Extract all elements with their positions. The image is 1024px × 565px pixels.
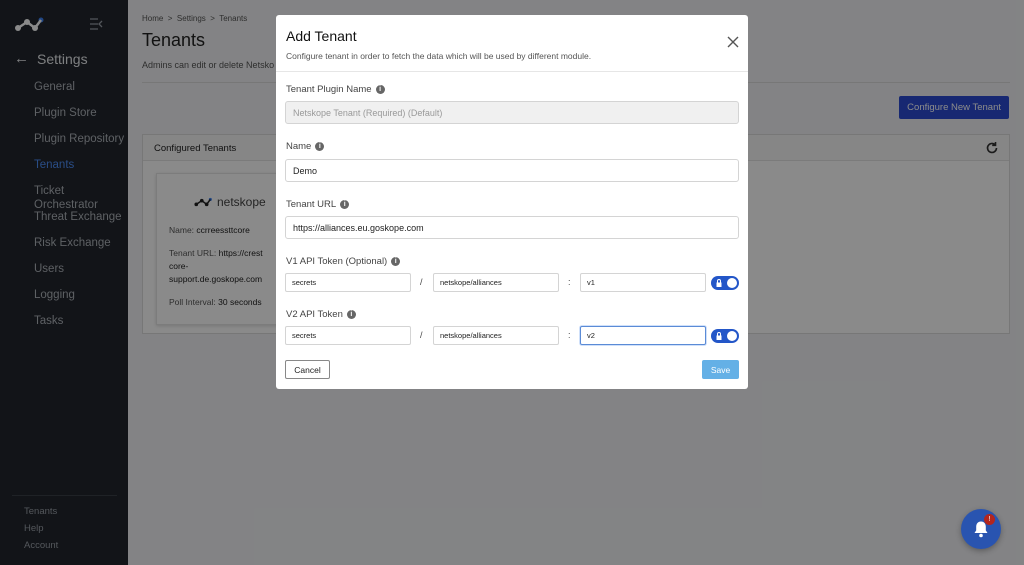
tenant-url-input[interactable] [285, 216, 739, 239]
v2-secrets-input[interactable] [285, 326, 411, 345]
close-icon[interactable] [726, 35, 740, 49]
tenant-name-input[interactable] [285, 159, 739, 182]
plugin-name-label-row: Tenant Plugin Name i [286, 84, 385, 95]
lock-icon [716, 279, 722, 287]
tenant-plugin-select[interactable] [285, 101, 739, 124]
key-separator: : [568, 330, 571, 340]
v1-key-input[interactable] [580, 273, 706, 292]
v2-key-input[interactable] [580, 326, 706, 345]
info-icon[interactable]: i [391, 257, 401, 266]
info-icon[interactable]: i [375, 85, 385, 94]
save-button[interactable]: Save [702, 360, 739, 379]
lock-icon [716, 332, 722, 340]
v2-secret-toggle[interactable] [711, 329, 739, 343]
path-separator: / [420, 330, 423, 340]
tenant-url-label: Tenant URL [286, 199, 337, 210]
modal-divider [276, 71, 748, 72]
name-label-row: Name i [286, 141, 325, 152]
modal-title: Add Tenant [286, 28, 357, 44]
notifications-button[interactable] [961, 509, 1001, 549]
v1-path-input[interactable] [433, 273, 559, 292]
info-icon[interactable]: i [340, 200, 350, 209]
v2-token-label-row: V2 API Token i [286, 309, 356, 320]
add-tenant-modal: Add Tenant Configure tenant in order to … [276, 15, 748, 389]
modal-subtitle: Configure tenant in order to fetch the d… [286, 51, 592, 61]
v1-secret-toggle[interactable] [711, 276, 739, 290]
toggle-knob [727, 278, 737, 288]
path-separator: / [420, 277, 423, 287]
toggle-knob [727, 331, 737, 341]
cancel-button[interactable]: Cancel [285, 360, 330, 379]
v2-path-input[interactable] [433, 326, 559, 345]
v1-token-label: V1 API Token (Optional) [286, 256, 388, 267]
plugin-name-label: Tenant Plugin Name [286, 84, 372, 95]
name-label: Name [286, 141, 312, 152]
tenant-url-label-row: Tenant URL i [286, 199, 350, 210]
v2-token-label: V2 API Token [286, 309, 343, 320]
key-separator: : [568, 277, 571, 287]
notification-badge: ! [984, 514, 995, 525]
v1-secrets-input[interactable] [285, 273, 411, 292]
v1-token-label-row: V1 API Token (Optional) i [286, 256, 401, 267]
info-icon[interactable]: i [346, 310, 356, 319]
info-icon[interactable]: i [315, 142, 325, 151]
